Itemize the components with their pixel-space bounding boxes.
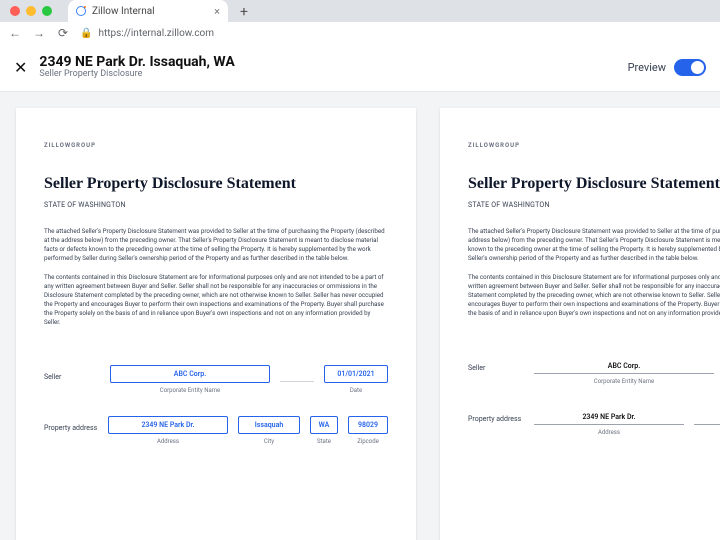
city-field[interactable]: Issaquah	[238, 416, 300, 434]
brand-mark: ZILLOWGROUP	[44, 142, 388, 149]
seller-row: Seller ABC Corp. Corporate Entity Name 0…	[44, 365, 388, 394]
address-sublabel: Address	[598, 429, 620, 436]
address-value: 2349 NE Park Dr.	[534, 407, 684, 425]
url-bar: ← → ⟳ 🔒 https://internal.zillow.com	[0, 22, 720, 44]
document-page-editable: ZILLOWGROUP Seller Property Disclosure S…	[16, 108, 416, 540]
entity-value: ABC Corp.	[534, 356, 714, 374]
back-icon[interactable]: ←	[8, 26, 22, 40]
tab-bar: Zillow Internal × +	[0, 0, 720, 22]
entity-sublabel: Corporate Entity Name	[160, 387, 220, 394]
minimize-window-icon[interactable]	[26, 6, 36, 16]
row-rule	[280, 381, 314, 382]
address-label: Property address	[44, 416, 98, 432]
browser-tab[interactable]: Zillow Internal ×	[68, 0, 228, 22]
seller-label: Seller	[468, 356, 524, 372]
address-sublabel: Address	[157, 438, 179, 445]
close-icon[interactable]: ✕	[14, 58, 27, 77]
new-tab-button[interactable]: +	[234, 2, 254, 22]
entity-field[interactable]: ABC Corp.	[110, 365, 270, 383]
browser-chrome: Zillow Internal × + ← → ⟳ 🔒 https://inte…	[0, 0, 720, 44]
state-field[interactable]: WA	[310, 416, 338, 434]
preview-toggle[interactable]	[674, 59, 706, 76]
preview-toggle-group: Preview	[628, 59, 706, 76]
favicon-icon	[76, 6, 86, 16]
close-tab-icon[interactable]: ×	[214, 5, 220, 18]
preview-label: Preview	[628, 61, 666, 74]
document-title: Seller Property Disclosure Statement	[44, 175, 388, 193]
address-row: Property address 2349 NE Park Dr. Addres…	[44, 416, 388, 445]
title-block: 2349 NE Park Dr. Issaquah, WA Seller Pro…	[39, 55, 234, 80]
zipcode-field[interactable]: 98029	[348, 416, 388, 434]
seller-label: Seller	[44, 365, 100, 381]
document-title: Seller Property Disclosure Statement	[468, 175, 720, 193]
paragraph-2: The contents contained in this Disclosur…	[468, 273, 720, 318]
window-controls	[0, 0, 62, 22]
city-value: Issaquah	[694, 407, 720, 425]
seller-row: Seller ABC Corp. Corporate Entity Name D…	[468, 356, 720, 385]
paragraph-1: The attached Seller's Property Disclosur…	[468, 227, 720, 263]
address-label: Property address	[468, 407, 524, 423]
app-header: ✕ 2349 NE Park Dr. Issaquah, WA Seller P…	[0, 44, 720, 92]
date-sublabel: Date	[350, 387, 362, 394]
city-sublabel: City	[264, 438, 274, 445]
address-field[interactable]: 🔒 https://internal.zillow.com	[80, 28, 214, 39]
reload-icon[interactable]: ⟳	[56, 26, 70, 40]
state-sublabel: State	[317, 438, 331, 445]
paragraph-1: The attached Seller's Property Disclosur…	[44, 227, 388, 263]
state-line: STATE OF WASHINGTON	[468, 201, 720, 209]
tab-title: Zillow Internal	[92, 6, 155, 17]
address-field[interactable]: 2349 NE Park Dr.	[108, 416, 228, 434]
zipcode-sublabel: Zipcode	[357, 438, 379, 445]
entity-sublabel: Corporate Entity Name	[594, 378, 654, 385]
page-title: 2349 NE Park Dr. Issaquah, WA	[39, 55, 234, 70]
workspace: ZILLOWGROUP Seller Property Disclosure S…	[0, 92, 720, 540]
lock-icon: 🔒	[80, 28, 92, 39]
date-field[interactable]: 01/01/2021	[324, 365, 388, 383]
maximize-window-icon[interactable]	[42, 6, 52, 16]
address-row: Property address 2349 NE Park Dr. Addres…	[468, 407, 720, 436]
brand-mark: ZILLOWGROUP	[468, 142, 720, 149]
state-line: STATE OF WASHINGTON	[44, 201, 388, 209]
document-page-preview: ZILLOWGROUP Seller Property Disclosure S…	[440, 108, 720, 540]
page-subtitle: Seller Property Disclosure	[39, 70, 234, 80]
paragraph-2: The contents contained in this Disclosur…	[44, 273, 388, 327]
forward-icon[interactable]: →	[32, 26, 46, 40]
close-window-icon[interactable]	[10, 6, 20, 16]
url-text: https://internal.zillow.com	[98, 28, 214, 39]
